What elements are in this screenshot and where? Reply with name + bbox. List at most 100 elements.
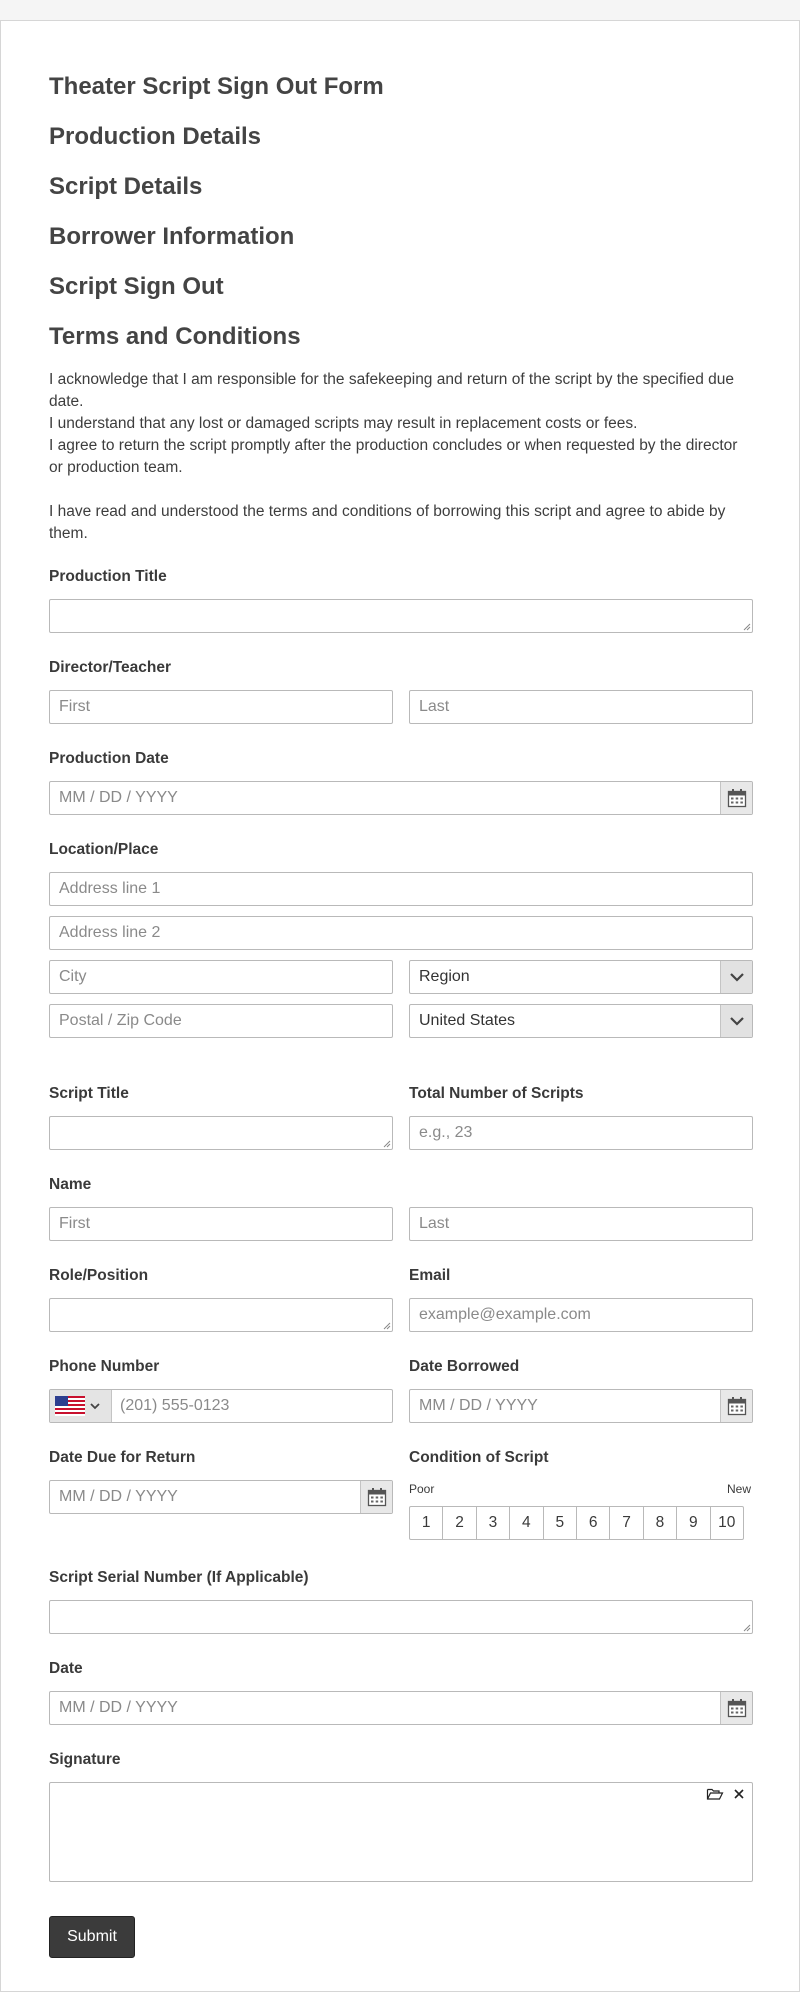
name-last-input[interactable]: Last [409,1207,753,1241]
total-scripts-placeholder: e.g., 23 [419,1124,473,1141]
condition-label: Condition of Script [409,1449,549,1466]
postal-code-input[interactable]: Postal / Zip Code [49,1004,393,1038]
condition-option[interactable]: 5 [542,1506,577,1540]
serial-input[interactable] [49,1600,753,1634]
phone-input[interactable]: (201) 555-0123 [49,1389,393,1423]
chevron-down-icon [729,973,744,982]
us-flag-icon [55,1396,85,1416]
address-line-2-input[interactable]: Address line 2 [49,916,753,950]
condition-option[interactable]: 3 [475,1506,511,1540]
date-due-label: Date Due for Return [49,1449,196,1466]
condition-option[interactable]: 7 [609,1506,644,1540]
director-first-input[interactable]: First [49,690,393,724]
location-label: Location/Place [49,841,159,858]
country-code-selector[interactable] [50,1390,112,1422]
address-line-1-placeholder: Address line 1 [59,880,161,897]
calendar-icon [367,1488,386,1507]
terms-line-4: I have read and understood the terms and… [49,503,726,542]
address-line-2-placeholder: Address line 2 [59,924,161,941]
date-due-input[interactable]: MM / DD / YYYY [49,1480,393,1514]
terms-line-1: I acknowledge that I am responsible for … [49,371,734,410]
calendar-icon [727,1397,746,1416]
script-title-input[interactable] [49,1116,393,1150]
city-input[interactable]: City [49,960,393,994]
director-first-placeholder: First [59,698,91,715]
resize-grip-icon [743,623,751,631]
name-last-placeholder: Last [419,1215,450,1232]
production-title-input[interactable] [49,599,753,633]
address-line-1-input[interactable]: Address line 1 [49,872,753,906]
condition-option[interactable]: 2 [442,1506,477,1540]
production-title-label: Production Title [49,568,167,585]
condition-option[interactable]: 4 [509,1506,544,1540]
email-input[interactable]: example@example.com [409,1298,753,1332]
condition-low-label: Poor [409,1482,435,1496]
section-production-details: Production Details [49,123,262,150]
condition-rating-scale: 1 2 3 4 5 6 7 8 9 10 [409,1506,744,1540]
production-date-input[interactable]: MM / DD / YYYY [49,781,753,815]
total-scripts-label: Total Number of Scripts [409,1085,584,1102]
section-script-sign-out: Script Sign Out [49,273,224,300]
terms-line-2: I understand that any lost or damaged sc… [49,415,638,432]
region-value: Region [419,968,470,985]
date-placeholder: MM / DD / YYYY [59,1699,178,1716]
close-icon[interactable] [732,1787,746,1801]
chevron-down-icon [729,1017,744,1026]
section-terms-and-conditions: Terms and Conditions [49,323,301,350]
date-borrowed-input[interactable]: MM / DD / YYYY [409,1389,753,1423]
phone-label: Phone Number [49,1358,160,1375]
production-date-placeholder: MM / DD / YYYY [59,789,178,806]
email-placeholder: example@example.com [419,1306,591,1323]
date-borrowed-label: Date Borrowed [409,1358,520,1375]
date-input[interactable]: MM / DD / YYYY [49,1691,753,1725]
country-select[interactable]: United States [409,1004,753,1038]
postal-code-placeholder: Postal / Zip Code [59,1012,182,1029]
city-placeholder: City [59,968,87,985]
serial-label: Script Serial Number (If Applicable) [49,1569,309,1586]
calendar-icon [727,1699,746,1718]
terms-text: I acknowledge that I am responsible for … [49,369,753,545]
name-first-input[interactable]: First [49,1207,393,1241]
region-dropdown-button[interactable] [720,961,752,993]
form-card: Theater Script Sign Out Form Production … [0,20,800,1992]
role-label: Role/Position [49,1267,149,1284]
condition-option[interactable]: 9 [676,1506,711,1540]
director-last-input[interactable]: Last [409,690,753,724]
date-due-placeholder: MM / DD / YYYY [59,1488,178,1505]
condition-high-label: New [727,1482,752,1496]
submit-button[interactable]: Submit [49,1916,135,1958]
country-dropdown-button[interactable] [720,1005,752,1037]
production-date-label: Production Date [49,750,169,767]
open-folder-icon[interactable] [706,1786,724,1802]
total-scripts-input[interactable]: e.g., 23 [409,1116,753,1150]
country-value: United States [419,1012,516,1029]
condition-option[interactable]: 10 [709,1506,744,1540]
signature-pad[interactable] [49,1782,753,1882]
date-borrowed-calendar-button[interactable] [720,1390,752,1422]
calendar-icon [727,789,746,808]
role-input[interactable] [49,1298,393,1332]
date-due-calendar-button[interactable] [360,1481,392,1513]
director-last-placeholder: Last [419,698,450,715]
condition-option[interactable]: 1 [409,1506,444,1540]
terms-line-3: I agree to return the script promptly af… [49,437,738,476]
resize-grip-icon [383,1140,391,1148]
email-label: Email [409,1267,451,1284]
section-script-details: Script Details [49,173,203,200]
form-title: Theater Script Sign Out Form [49,73,384,100]
date-label: Date [49,1660,83,1677]
production-date-calendar-button[interactable] [720,782,752,814]
signature-label: Signature [49,1751,121,1768]
script-title-label: Script Title [49,1085,129,1102]
section-borrower-information: Borrower Information [49,223,295,250]
phone-placeholder: (201) 555-0123 [120,1397,230,1414]
chevron-down-icon [90,1403,100,1410]
condition-option[interactable]: 8 [642,1506,678,1540]
condition-option[interactable]: 6 [575,1506,611,1540]
name-label: Name [49,1176,92,1193]
date-borrowed-placeholder: MM / DD / YYYY [419,1397,538,1414]
date-calendar-button[interactable] [720,1692,752,1724]
region-select[interactable]: Region [409,960,753,994]
resize-grip-icon [743,1624,751,1632]
director-label: Director/Teacher [49,659,172,676]
